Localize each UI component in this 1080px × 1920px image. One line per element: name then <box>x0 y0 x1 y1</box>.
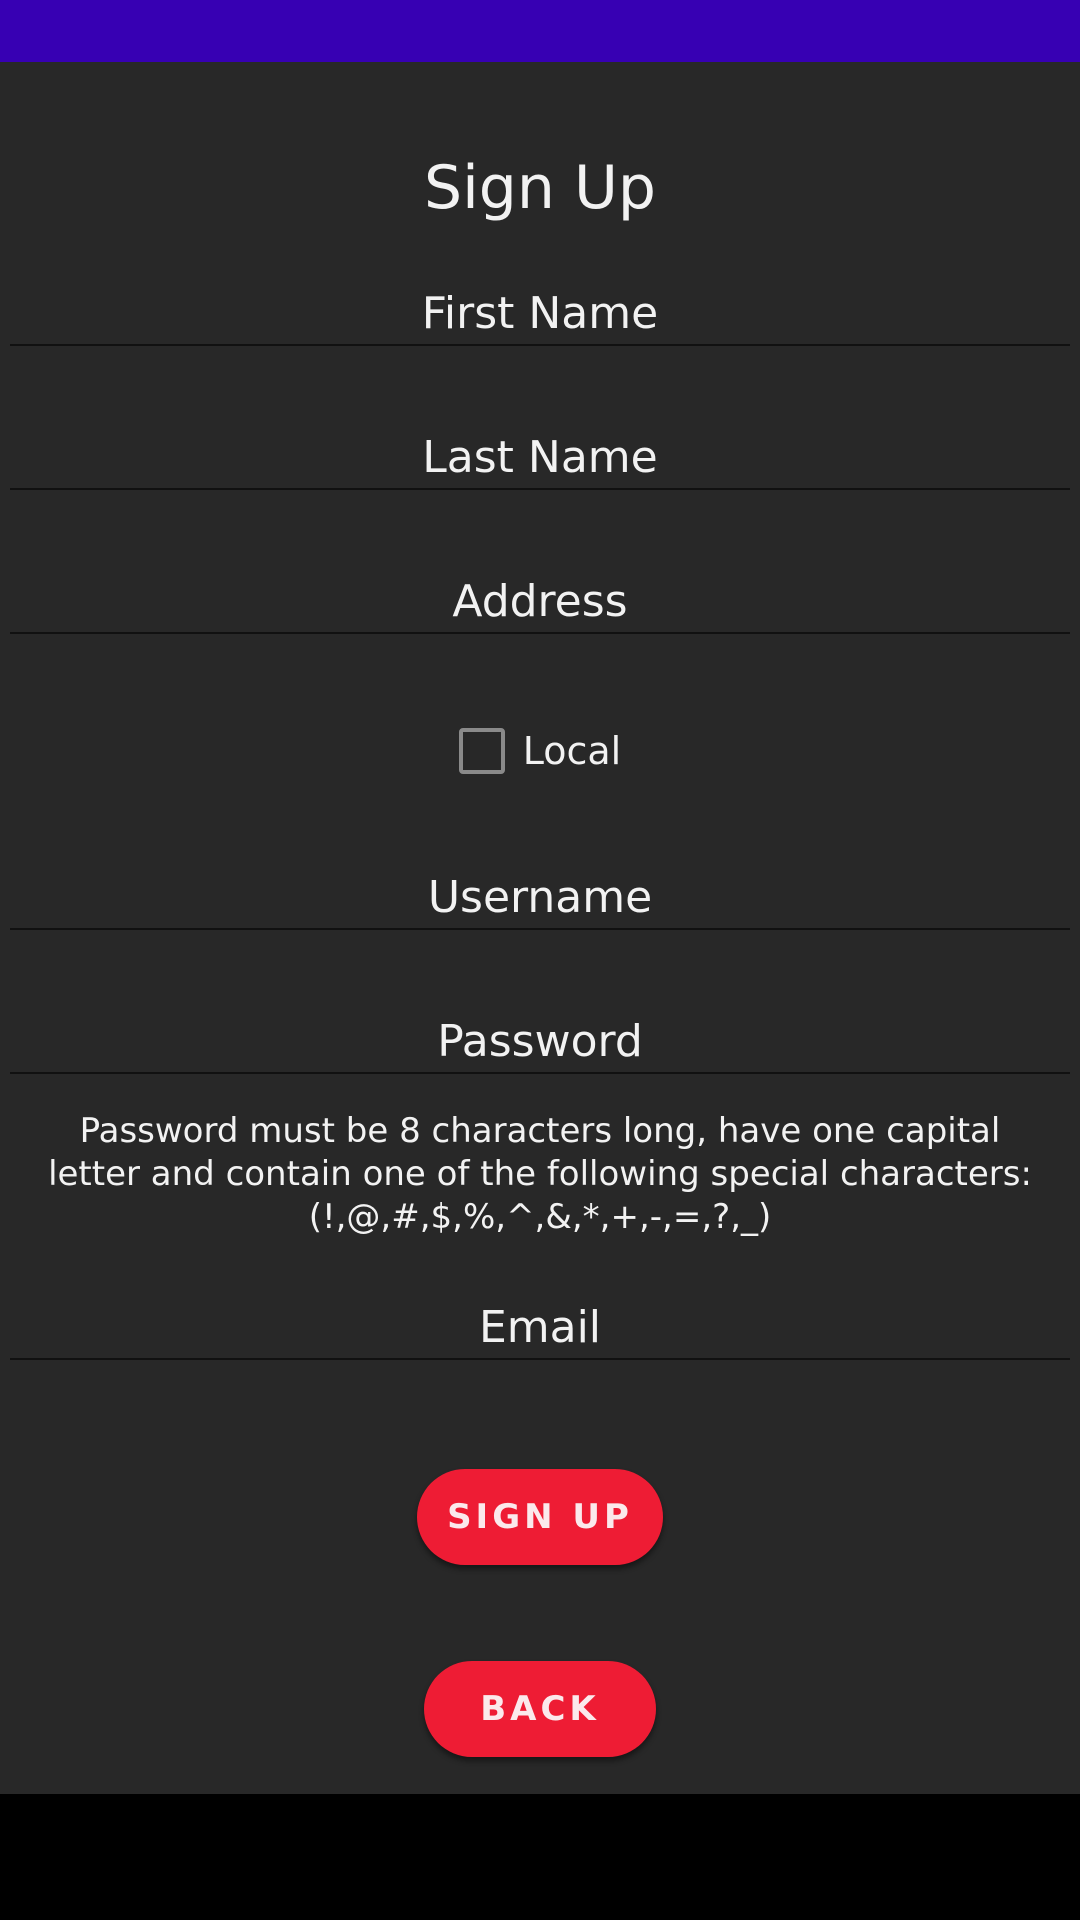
local-checkbox[interactable] <box>458 728 505 774</box>
local-checkbox-label[interactable]: Local <box>523 726 622 776</box>
back-button[interactable]: BACK <box>424 1661 656 1757</box>
password-input[interactable] <box>10 1012 1070 1072</box>
local-checkbox-row[interactable]: Local <box>0 726 1080 776</box>
email-input[interactable] <box>10 1298 1070 1358</box>
screen: Sign Up Local Password must be 8 charact… <box>0 0 1080 1920</box>
address-field-wrapper <box>10 572 1070 634</box>
status-bar <box>0 0 1080 62</box>
page-title: Sign Up <box>424 153 656 223</box>
navigation-bar <box>0 1794 1080 1920</box>
last-name-input[interactable] <box>10 428 1070 488</box>
username-field-wrapper <box>10 868 1070 930</box>
last-name-field-wrapper <box>10 428 1070 490</box>
sign-up-button[interactable]: SIGN UP <box>417 1469 663 1565</box>
password-field-wrapper <box>10 1012 1070 1074</box>
address-input[interactable] <box>10 572 1070 632</box>
first-name-field-wrapper <box>10 284 1070 346</box>
password-requirements-hint: Password must be 8 characters long, have… <box>48 1111 1032 1237</box>
email-field-wrapper <box>10 1298 1070 1360</box>
username-input[interactable] <box>10 868 1070 928</box>
first-name-input[interactable] <box>10 284 1070 344</box>
